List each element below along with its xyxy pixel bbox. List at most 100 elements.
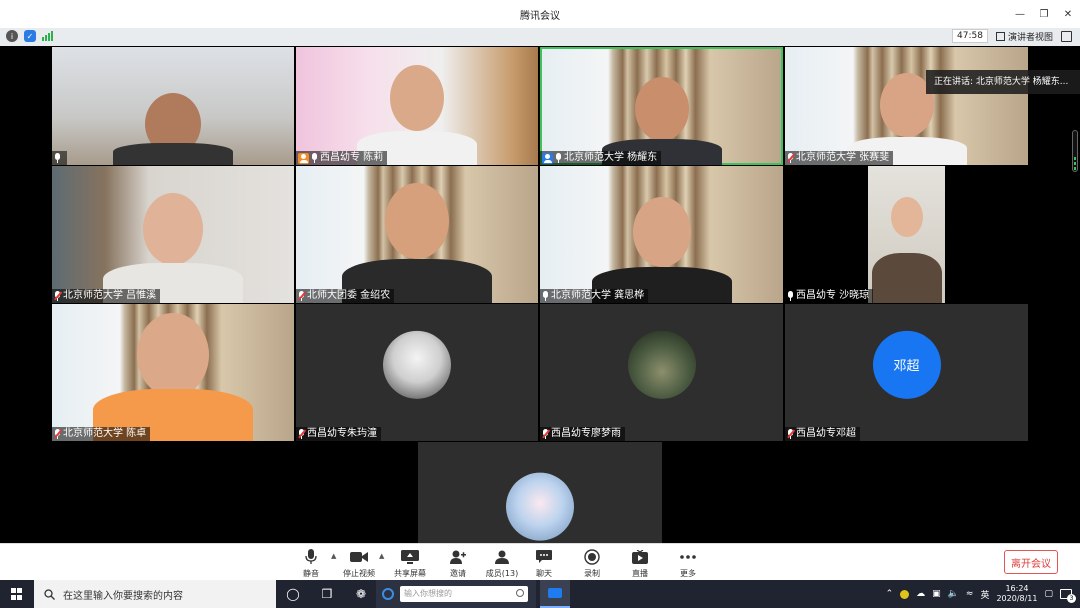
desktop-icon[interactable]: ▢: [1044, 589, 1053, 599]
task-view-icon[interactable]: ❒: [310, 580, 344, 608]
more-button[interactable]: 更多: [664, 547, 712, 579]
participant-name: 北师大团委 金绍农: [307, 290, 391, 301]
avatar: 邓超: [872, 330, 941, 399]
share-screen-button[interactable]: 共享屏幕: [386, 547, 434, 579]
minimize-button[interactable]: —: [1008, 0, 1032, 28]
invite-button[interactable]: 邀请: [434, 547, 482, 579]
app-pinwheel-icon[interactable]: ❁: [344, 580, 378, 608]
invite-label: 邀请: [450, 569, 466, 578]
taskbar-clock[interactable]: 16:24 2020/8/11: [996, 584, 1037, 604]
video-tile[interactable]: 西昌幼专 陈莉: [296, 47, 538, 165]
members-label: 成员(13): [485, 569, 519, 578]
mic-icon: [311, 153, 318, 163]
cortana-icon[interactable]: ◯: [276, 580, 310, 608]
participant-name-bar: 北京师范大学 杨耀东: [540, 151, 662, 165]
leave-meeting-button[interactable]: 离开会议: [1004, 550, 1058, 574]
participant-name-bar: 北师大团委 金绍农: [296, 289, 395, 303]
participant-name: 西昌幼专 陈莉: [320, 152, 384, 163]
browser-search-input[interactable]: 输入你想搜的: [400, 586, 528, 602]
add-user-icon: [450, 550, 466, 564]
taskbar-search-placeholder: 在这里输入你要搜索的内容: [63, 590, 183, 602]
participant-name-bar: 西昌幼专邓超: [785, 427, 860, 441]
network-icon[interactable]: ▣: [932, 589, 941, 599]
taskbar-search[interactable]: 在这里输入你要搜索的内容: [34, 580, 276, 608]
tencent-meeting-taskbar-icon[interactable]: [540, 580, 570, 608]
mic-muted-icon: [298, 291, 306, 301]
restore-button[interactable]: ❐: [1032, 0, 1056, 28]
participant-name: 西昌幼专朱玙潼: [307, 428, 377, 439]
mic-muted-icon: [298, 429, 306, 439]
clock-date: 2020/8/11: [996, 594, 1038, 603]
video-tile[interactable]: 北师大团委 金绍农: [296, 166, 538, 303]
chevron-up-icon[interactable]: ⌃: [886, 589, 894, 599]
ime-indicator[interactable]: 英: [980, 588, 989, 601]
chat-button[interactable]: 聊天: [520, 547, 568, 579]
start-button[interactable]: [0, 580, 34, 608]
video-tile[interactable]: 西昌幼专廖梦雨: [540, 304, 783, 441]
speaker-view-button[interactable]: 演讲者视图: [995, 30, 1053, 43]
chat-label: 聊天: [536, 569, 552, 578]
cloud-icon[interactable]: ☁: [916, 589, 925, 599]
more-label: 更多: [680, 569, 696, 578]
tray-app-icon[interactable]: [900, 589, 910, 599]
live-button[interactable]: 直播: [616, 547, 664, 579]
microphone-icon: [305, 549, 317, 564]
participant-name: 北京师范大学 杨耀东: [564, 152, 658, 163]
record-icon: [584, 549, 600, 565]
avatar: [383, 330, 451, 399]
volume-icon[interactable]: 🔈: [948, 589, 959, 599]
record-button[interactable]: 录制: [568, 547, 616, 579]
meeting-app-icon: [548, 588, 562, 598]
mute-label: 静音: [303, 569, 319, 578]
participant-name: 北京师范大学 龚思桦: [551, 290, 645, 301]
participant-name-bar: [52, 151, 67, 165]
video-tile-active-speaker[interactable]: 北京师范大学 杨耀东: [540, 47, 783, 165]
notification-icon[interactable]: 3: [1060, 589, 1076, 603]
meeting-toolbar: 静音 ▲ 停止视频 ▲ 共享屏幕 邀请 成员(13) 聊天 录制 直播 更多 离…: [0, 543, 1080, 580]
windows-logo-icon: [11, 588, 23, 600]
mute-button[interactable]: 静音: [287, 547, 335, 579]
mic-icon: [54, 153, 61, 163]
meeting-info-bar: i ✓ 47:58 演讲者视图: [0, 28, 1080, 46]
participant-name-bar: 北京师范大学 张赛斐: [785, 151, 894, 165]
clock-time: 16:24: [1005, 584, 1029, 593]
mic-muted-icon: [787, 429, 795, 439]
portrait-video: [868, 166, 945, 303]
volume-meter: [1072, 130, 1078, 172]
video-tile[interactable]: 西昌幼专 沙晓琼: [785, 166, 1028, 303]
participant-name-bar: 西昌幼专廖梦雨: [540, 427, 625, 441]
video-options-caret[interactable]: ▲: [379, 552, 384, 560]
meeting-window: 腾讯会议 — ❐ ✕ i ✓ 47:58 演讲者视图 西昌幼专 陈莉 北京师范大…: [0, 0, 1080, 608]
wifi-icon[interactable]: ≈: [966, 589, 974, 599]
title-bar: 腾讯会议 — ❐ ✕: [0, 0, 1080, 28]
shield-icon[interactable]: ✓: [24, 30, 36, 42]
video-tile[interactable]: 邓超 西昌幼专邓超: [785, 304, 1028, 441]
video-tile[interactable]: 北京师范大学 张赛斐: [785, 47, 1028, 165]
video-tile[interactable]: 西昌幼专朱玙潼: [296, 304, 538, 441]
mic-muted-icon: [54, 429, 62, 439]
video-tile[interactable]: 北京师范大学 龚思桦: [540, 166, 783, 303]
participant-name-bar: 北京师范大学 龚思桦: [540, 289, 649, 303]
notification-count: 3: [1067, 594, 1076, 603]
participant-name-bar: 西昌幼专 沙晓琼: [785, 289, 874, 303]
mic-icon: [555, 153, 562, 163]
window-title: 腾讯会议: [520, 11, 560, 22]
window-controls: — ❐ ✕: [1008, 0, 1080, 28]
video-tile[interactable]: [52, 47, 294, 165]
video-camera-icon: [350, 552, 368, 562]
members-button[interactable]: 成员(13): [478, 547, 526, 579]
stop-video-label: 停止视频: [343, 569, 375, 578]
video-tile[interactable]: [418, 442, 662, 543]
fullscreen-icon[interactable]: [1061, 30, 1072, 42]
video-tile[interactable]: 北京师范大学 陈卓: [52, 304, 294, 441]
stop-video-button[interactable]: 停止视频: [335, 547, 383, 579]
participant-name-bar: 北京师范大学 吕惟溪: [52, 289, 161, 303]
close-button[interactable]: ✕: [1056, 0, 1080, 28]
info-icon[interactable]: i: [6, 30, 18, 42]
mic-muted-icon: [542, 429, 550, 439]
browser-icon: [382, 588, 394, 600]
browser-search-bar[interactable]: 输入你想搜的: [376, 580, 536, 608]
signal-icon[interactable]: [42, 31, 53, 41]
search-icon: [44, 588, 55, 600]
video-tile[interactable]: 北京师范大学 吕惟溪: [52, 166, 294, 303]
